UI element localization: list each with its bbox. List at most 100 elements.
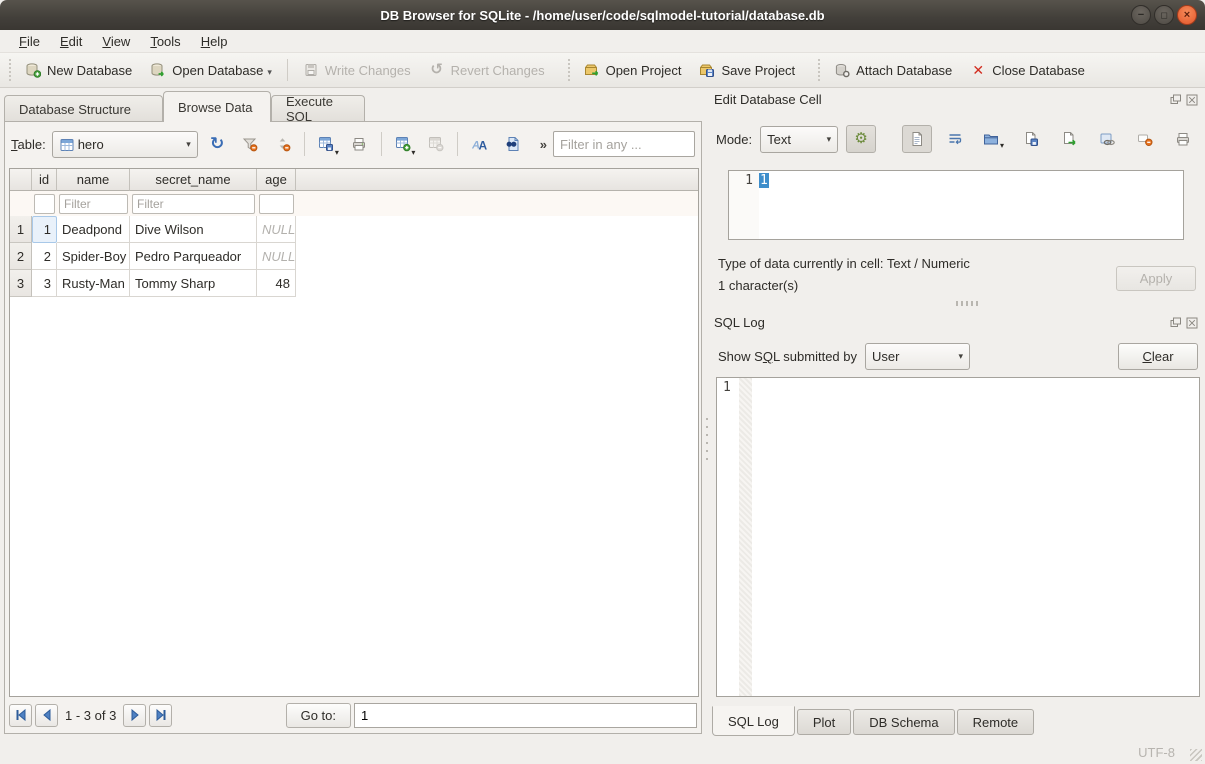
float-dock-icon[interactable] (1170, 94, 1182, 106)
copy-link-button[interactable] (1092, 126, 1122, 152)
maximize-button[interactable]: ◻ (1154, 5, 1174, 25)
filter-input-id[interactable] (34, 194, 55, 214)
next-page-button[interactable] (123, 704, 146, 727)
first-page-button[interactable] (9, 704, 32, 727)
cell-name[interactable]: Spider-Boy (57, 243, 130, 270)
export-data-button[interactable] (1016, 126, 1046, 152)
column-header-secret-name[interactable]: secret_name (130, 169, 257, 191)
import-data-button[interactable]: ▾ (978, 126, 1008, 152)
find-in-table-button[interactable] (499, 131, 526, 157)
cell-secret-name[interactable]: Dive Wilson (130, 216, 257, 243)
word-wrap-button[interactable] (940, 126, 970, 152)
cell-age[interactable]: 48 (257, 270, 296, 297)
revert-changes-button[interactable]: ↺ Revert Changes (420, 57, 554, 83)
cell-secret-name[interactable]: Tommy Sharp (130, 270, 257, 297)
cell-id[interactable]: 3 (32, 270, 57, 297)
browse-pane: Database Structure Browse Data Execute S… (4, 90, 702, 734)
window-title: DB Browser for SQLite - /home/user/code/… (380, 8, 824, 23)
encoding-indicator[interactable]: UTF-8 (1138, 745, 1175, 760)
pagination-bar: 1 - 3 of 3 Go to: (9, 701, 697, 729)
filter-input-name[interactable] (59, 194, 128, 214)
float-dock-icon[interactable] (1170, 317, 1182, 329)
refresh-button[interactable]: ↻ (204, 131, 231, 157)
column-header-age[interactable]: age (257, 169, 296, 191)
menu-edit[interactable]: Edit (51, 32, 91, 51)
export-arrow-icon (1061, 131, 1077, 147)
titlebar[interactable]: DB Browser for SQLite - /home/user/code/… (0, 0, 1205, 30)
dock-tab-remote[interactable]: Remote (957, 709, 1035, 735)
goto-input[interactable] (354, 703, 697, 728)
new-database-button[interactable]: New Database (16, 57, 141, 83)
delete-record-button[interactable] (422, 131, 449, 157)
tab-database-structure[interactable]: Database Structure (4, 95, 163, 122)
menu-view[interactable]: View (93, 32, 139, 51)
menu-file[interactable]: File (10, 32, 49, 51)
menu-help[interactable]: Help (192, 32, 237, 51)
cell-name[interactable]: Rusty-Man (57, 270, 130, 297)
cell-name[interactable]: Deadpond (57, 216, 130, 243)
cell-editor[interactable]: 1 1 (728, 170, 1184, 240)
open-in-external-button[interactable] (1054, 126, 1084, 152)
close-dock-icon[interactable] (1186, 317, 1198, 329)
sql-log-area[interactable]: 1 (716, 377, 1200, 697)
row-header[interactable]: 1 (10, 216, 32, 243)
attach-database-button[interactable]: Attach Database (825, 57, 961, 83)
cell-age[interactable]: NULL (257, 243, 296, 270)
dock-splitter[interactable] (956, 301, 980, 306)
save-results-button[interactable]: ▾ (313, 131, 340, 157)
filter-input-age[interactable] (259, 194, 294, 214)
chevron-down-icon: ▾ (267, 67, 272, 78)
format-toolbar-button[interactable]: AA (466, 131, 493, 157)
gear-icon: ⚙ (853, 131, 869, 147)
toolbar-overflow-chevron[interactable]: » (540, 137, 547, 152)
data-grid: id name secret_name age (9, 168, 699, 697)
sql-log-filter-select[interactable]: User ▾ (865, 343, 970, 370)
close-dock-icon[interactable] (1186, 94, 1198, 106)
filter-input-secret-name[interactable] (132, 194, 255, 214)
clear-log-button[interactable]: Clear (1118, 343, 1198, 370)
goto-button[interactable]: Go to: (286, 703, 351, 728)
filter-any-input[interactable] (553, 131, 695, 157)
text-mode-toggle-button[interactable] (902, 125, 932, 153)
row-header[interactable]: 2 (10, 243, 32, 270)
pane-splitter[interactable] (704, 418, 709, 462)
open-project-button[interactable]: Open Project (575, 57, 691, 83)
minimize-button[interactable]: − (1131, 5, 1151, 25)
table-select[interactable]: hero ▾ (52, 131, 198, 158)
auto-switch-mode-button[interactable]: ⚙ (846, 125, 876, 153)
prev-page-button[interactable] (35, 704, 58, 727)
table-label: Table: (11, 137, 46, 152)
write-changes-button[interactable]: Write Changes (294, 57, 420, 83)
open-database-button[interactable]: Open Database ▾ (141, 57, 281, 83)
print-rows-button[interactable] (346, 131, 373, 157)
dock-tab-sql-log[interactable]: SQL Log (712, 706, 795, 736)
dock-tab-db-schema[interactable]: DB Schema (853, 709, 954, 735)
last-page-button[interactable] (149, 704, 172, 727)
close-database-button[interactable]: ✕ Close Database (961, 57, 1094, 83)
editor-line-number: 1 (729, 171, 759, 239)
dock-tab-plot[interactable]: Plot (797, 709, 851, 735)
print-cell-button[interactable] (1168, 126, 1198, 152)
close-button[interactable]: × (1177, 5, 1197, 25)
cell-secret-name[interactable]: Pedro Parqueador (130, 243, 257, 270)
set-null-button[interactable] (1130, 126, 1160, 152)
clear-filters-button[interactable] (237, 131, 264, 157)
tab-browse-data[interactable]: Browse Data (163, 91, 271, 122)
cell-id[interactable]: 2 (32, 243, 57, 270)
insert-record-button[interactable]: ▾ (390, 131, 417, 157)
close-database-icon: ✕ (970, 62, 986, 78)
resize-grip-icon[interactable] (1190, 749, 1202, 761)
column-header-name[interactable]: name (57, 169, 130, 191)
apply-button[interactable]: Apply (1116, 266, 1196, 291)
sql-log-dock-titlebar[interactable]: SQL Log (714, 315, 1200, 330)
save-project-button[interactable]: Save Project (690, 57, 804, 83)
cell-age[interactable]: NULL (257, 216, 296, 243)
column-header-id[interactable]: id (32, 169, 57, 191)
cell-id[interactable]: 1 (32, 216, 57, 243)
mode-select[interactable]: Text ▾ (760, 126, 838, 153)
clear-sorting-button[interactable] (269, 131, 296, 157)
row-header[interactable]: 3 (10, 270, 32, 297)
edit-cell-dock-titlebar[interactable]: Edit Database Cell (714, 92, 1200, 107)
menu-tools[interactable]: Tools (141, 32, 189, 51)
tab-execute-sql[interactable]: Execute SQL (271, 95, 365, 122)
